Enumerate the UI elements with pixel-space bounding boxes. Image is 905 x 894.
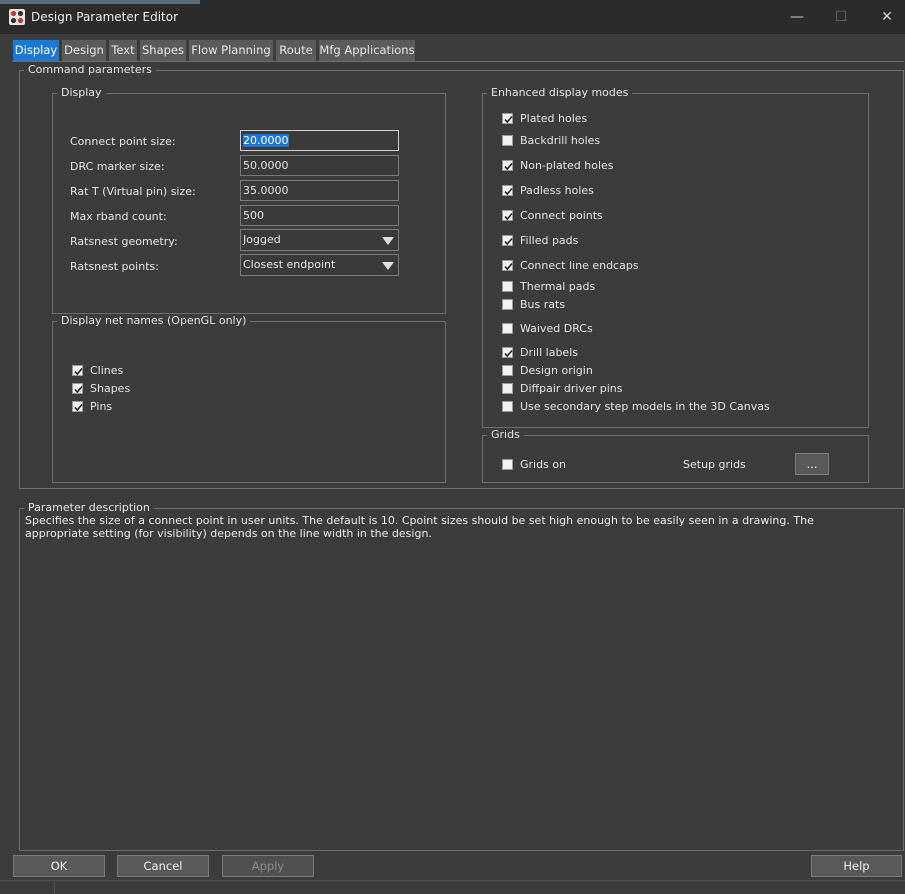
app-icon (9, 9, 25, 25)
ratsnest-geometry-select[interactable]: Jogged (240, 229, 399, 251)
design-origin-checkbox[interactable] (502, 365, 513, 376)
checkmark-icon (504, 212, 513, 221)
backdrill-holes-checkbox[interactable] (502, 135, 513, 146)
title-bar-accent (0, 0, 200, 4)
net-names-group-label: Display net names (OpenGL only) (57, 314, 251, 327)
drc-marker-size-label: DRC marker size: (70, 160, 165, 173)
display-group-label: Display (57, 86, 106, 99)
thermal-pads-label: Thermal pads (520, 280, 596, 293)
ok-button[interactable]: OK (13, 855, 105, 877)
rat-t-size-input[interactable]: 35.0000 (240, 180, 399, 201)
connect-points-checkbox[interactable] (502, 210, 513, 221)
ratsnest-geometry-label: Ratsnest geometry: (70, 235, 178, 248)
maximize-button[interactable]: ☐ (818, 0, 864, 34)
padless-holes-checkbox[interactable] (502, 185, 513, 196)
checkmark-icon (504, 349, 513, 358)
connect-point-size-label: Connect point size: (70, 135, 176, 148)
help-button[interactable]: Help (811, 855, 902, 877)
net-name-clines-checkbox[interactable] (72, 365, 83, 376)
rat-t-size-label: Rat T (Virtual pin) size: (70, 185, 196, 198)
tab-divider (12, 61, 904, 62)
connect-point-size-input[interactable]: 20.0000 (240, 130, 399, 151)
ratsnest-points-label: Ratsnest points: (70, 260, 159, 273)
ratsnest-points-select[interactable]: Closest endpoint (240, 254, 399, 276)
diffpair-driver-pins-label: Diffpair driver pins (520, 382, 623, 395)
checkmark-icon (74, 403, 83, 412)
connect-point-size-value: 20.0000 (243, 134, 289, 147)
non-plated-holes-checkbox[interactable] (502, 160, 513, 171)
ratsnest-points-value: Closest endpoint (243, 258, 336, 271)
grids-group-label: Grids (487, 428, 524, 441)
filled-pads-checkbox[interactable] (502, 235, 513, 246)
max-rband-count-label: Max rband count: (70, 210, 167, 223)
tab-design[interactable]: Design (62, 40, 106, 61)
chevron-down-icon (382, 237, 394, 245)
non-plated-holes-label: Non-plated holes (520, 159, 614, 172)
filled-pads-label: Filled pads (520, 234, 579, 247)
net-name-pins-label: Pins (90, 400, 113, 413)
window-title: Design Parameter Editor (31, 10, 179, 24)
tab-mfg-applications[interactable]: Mfg Applications (319, 40, 415, 61)
setup-grids-label: Setup grids (683, 458, 746, 471)
checkmark-icon (504, 262, 513, 271)
net-name-pins-checkbox[interactable] (72, 401, 83, 412)
diffpair-driver-pins-checkbox[interactable] (502, 383, 513, 394)
close-button[interactable]: ✕ (864, 0, 905, 34)
grids-on-checkbox[interactable] (502, 459, 513, 470)
tab-display[interactable]: Display (13, 40, 59, 62)
grids-on-label: Grids on (520, 458, 567, 471)
tab-shapes[interactable]: Shapes (140, 40, 186, 61)
checkmark-icon (504, 115, 513, 124)
thermal-pads-checkbox[interactable] (502, 281, 513, 292)
apply-button[interactable]: Apply (222, 855, 314, 877)
tab-flow-planning[interactable]: Flow Planning (189, 40, 273, 61)
minimize-button[interactable]: — (774, 0, 820, 34)
waived-drcs-checkbox[interactable] (502, 323, 513, 334)
plated-holes-label: Plated holes (520, 112, 588, 125)
connect-line-endcaps-checkbox[interactable] (502, 260, 513, 271)
plated-holes-checkbox[interactable] (502, 113, 513, 124)
net-name-shapes-checkbox[interactable] (72, 383, 83, 394)
checkmark-icon (74, 367, 83, 376)
tab-text[interactable]: Text (109, 40, 137, 61)
parameter-description-text: Specifies the size of a connect point in… (25, 514, 814, 540)
drill-labels-label: Drill labels (520, 346, 578, 359)
checkmark-icon (74, 385, 83, 394)
status-separator (54, 881, 55, 894)
parameter-description-label: Parameter description (24, 501, 154, 514)
use-secondary-step-models-in-the-3d-canvas-label: Use secondary step models in the 3D Canv… (520, 400, 770, 413)
connect-points-label: Connect points (520, 209, 603, 222)
enhanced-display-group-label: Enhanced display modes (487, 86, 633, 99)
drc-marker-size-input[interactable]: 50.0000 (240, 155, 399, 176)
status-divider (0, 880, 905, 881)
drill-labels-checkbox[interactable] (502, 347, 513, 358)
chevron-down-icon (382, 262, 394, 270)
bus-rats-label: Bus rats (520, 298, 566, 311)
connect-line-endcaps-label: Connect line endcaps (520, 259, 639, 272)
tab-route[interactable]: Route (276, 40, 316, 61)
design-origin-label: Design origin (520, 364, 593, 377)
backdrill-holes-label: Backdrill holes (520, 134, 601, 147)
ratsnest-geometry-value: Jogged (243, 233, 281, 246)
setup-grids-button[interactable]: ... (795, 453, 829, 475)
net-name-shapes-label: Shapes (90, 382, 131, 395)
checkmark-icon (504, 187, 513, 196)
waived-drcs-label: Waived DRCs (520, 322, 593, 335)
cancel-button[interactable]: Cancel (117, 855, 209, 877)
net-name-clines-label: Clines (90, 364, 124, 377)
use-secondary-step-models-in-the-3d-canvas-checkbox[interactable] (502, 401, 513, 412)
checkmark-icon (504, 162, 513, 171)
bus-rats-checkbox[interactable] (502, 299, 513, 310)
padless-holes-label: Padless holes (520, 184, 594, 197)
display-group (52, 93, 446, 314)
max-rband-count-input[interactable]: 500 (240, 205, 399, 226)
command-parameters-label: Command parameters (24, 63, 156, 76)
parameter-description-group (19, 508, 904, 851)
checkmark-icon (504, 237, 513, 246)
